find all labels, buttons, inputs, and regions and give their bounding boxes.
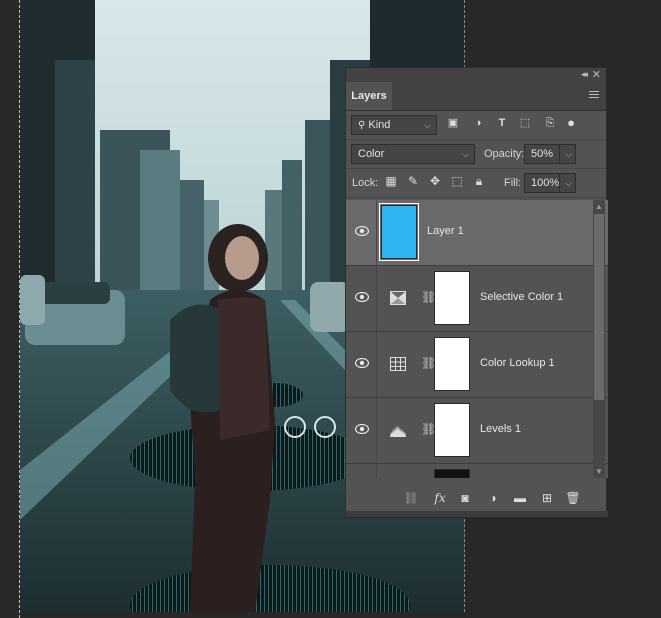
eye-column-divider: [376, 464, 377, 478]
layer-row[interactable]: [346, 464, 608, 478]
eye-column-divider: [376, 332, 377, 397]
link-layers-icon[interactable]: ⛓︎: [403, 490, 419, 506]
shape-layer-filter-icon[interactable]: ⬚: [519, 117, 531, 129]
chevron-down-icon: ⌵: [462, 149, 469, 159]
eye-icon[interactable]: [355, 424, 369, 434]
scroll-down-icon[interactable]: ▼: [595, 467, 603, 476]
layers-panel: ◂◂ ✕ Layers ⚲ Kind ⌵ ▣ ◑ T ⬚ ⎘ ● Color ⌵…: [345, 67, 608, 518]
lock-row: Lock: ▦ ✎ ✥ ⬚ 🔒︎ Fill: 100% ⌵: [346, 169, 606, 198]
eye-column-divider: [376, 398, 377, 463]
trash-icon[interactable]: 🗑︎: [565, 490, 581, 506]
opacity-label: Opacity:: [484, 148, 525, 160]
link-icon[interactable]: ⛓︎: [421, 290, 436, 304]
fx-icon[interactable]: fx: [432, 490, 448, 506]
eye-column-divider: [376, 266, 377, 331]
prevent-autonest-icon[interactable]: ⬚: [450, 174, 464, 188]
panel-top-bar: ◂◂ ✕: [346, 68, 606, 82]
layer-mask-thumbnail[interactable]: [434, 337, 470, 391]
layers-scrollbar[interactable]: ▲ ▼: [593, 200, 605, 478]
layer-mask-thumbnail[interactable]: [434, 469, 470, 478]
search-icon: ⚲: [358, 120, 366, 131]
lock-image-pixels-icon[interactable]: ✎: [406, 174, 420, 188]
selective-color-icon: [390, 291, 406, 305]
layer-name[interactable]: Color Lookup 1: [480, 357, 555, 369]
lock-position-icon[interactable]: ✥: [428, 174, 442, 188]
lock-label: Lock:: [352, 177, 379, 189]
layers-list: Layer 1 ⛓︎ Selective Color 1 ⛓︎ Color Lo…: [346, 200, 608, 478]
chevron-down-icon: ⌵: [424, 120, 431, 130]
filter-kind-value: Kind: [368, 119, 391, 131]
opacity-input[interactable]: 50%: [524, 144, 560, 164]
lock-transparent-pixels-icon[interactable]: ▦: [384, 174, 398, 188]
panel-tab-bar: Layers: [346, 82, 606, 111]
fill-input[interactable]: 100%: [524, 173, 560, 193]
add-mask-icon[interactable]: ◙: [457, 490, 473, 506]
eye-column-divider: [376, 200, 377, 265]
adjustment-layer-filter-icon[interactable]: ◑: [472, 117, 484, 129]
link-icon[interactable]: ⛓︎: [421, 356, 436, 370]
fill-dropdown-button[interactable]: ⌵: [559, 173, 576, 193]
filter-row: ⚲ Kind ⌵ ▣ ◑ T ⬚ ⎘ ●: [346, 111, 606, 140]
pixel-layer-filter-icon[interactable]: ▣: [447, 117, 459, 129]
new-adjustment-layer-icon[interactable]: ◑: [485, 490, 501, 506]
fill-label: Fill:: [504, 177, 522, 189]
blend-mode-dropdown[interactable]: Color ⌵: [351, 144, 475, 164]
panel-menu-icon[interactable]: [589, 91, 599, 99]
smart-object-filter-icon[interactable]: ⎘: [544, 117, 556, 129]
folder-icon[interactable]: ▬: [512, 490, 528, 506]
layer-thumbnail[interactable]: [379, 203, 419, 261]
layer-row[interactable]: ⛓︎ Color Lookup 1: [346, 332, 608, 398]
panel-bottom-toolbar: ⛓︎ fx ◙ ◑ ▬ ⊞ 🗑︎: [346, 486, 608, 510]
blend-row: Color ⌵ Opacity: 50% ⌵: [346, 140, 606, 169]
lock-all-icon[interactable]: 🔒︎: [472, 174, 486, 188]
layer-row[interactable]: ⛓︎ Levels 1: [346, 398, 608, 464]
blend-mode-value: Color: [358, 148, 385, 160]
type-layer-filter-icon[interactable]: T: [496, 117, 508, 129]
close-icon[interactable]: ✕: [592, 68, 601, 81]
layer-mask-thumbnail[interactable]: [434, 271, 470, 325]
layer-name[interactable]: Layer 1: [427, 225, 464, 237]
eye-icon[interactable]: [355, 226, 369, 236]
eye-icon[interactable]: [355, 358, 369, 368]
new-layer-icon[interactable]: ⊞: [539, 490, 555, 506]
panel-resize-handle[interactable]: [346, 511, 608, 517]
layer-row[interactable]: ⛓︎ Selective Color 1: [346, 266, 608, 332]
chevron-down-icon: ⌵: [565, 178, 572, 188]
layer-name[interactable]: Levels 1: [480, 423, 521, 435]
scroll-up-icon[interactable]: ▲: [595, 202, 603, 211]
chevron-down-icon: ⌵: [565, 149, 572, 159]
layer-row[interactable]: Layer 1: [346, 200, 608, 266]
link-icon[interactable]: ⛓︎: [421, 422, 436, 436]
levels-icon: [390, 425, 406, 437]
scrollbar-thumb[interactable]: [594, 214, 604, 400]
tab-layers[interactable]: Layers: [346, 82, 392, 110]
layer-mask-thumbnail[interactable]: [434, 403, 470, 457]
filter-toggle-icon[interactable]: ●: [565, 116, 577, 129]
layer-name[interactable]: Selective Color 1: [480, 291, 563, 303]
collapse-panel-icon[interactable]: ◂◂: [581, 69, 588, 80]
eye-icon[interactable]: [355, 292, 369, 302]
opacity-dropdown-button[interactable]: ⌵: [559, 144, 576, 164]
color-lookup-icon: [390, 357, 406, 371]
filter-kind-dropdown[interactable]: ⚲ Kind ⌵: [351, 115, 437, 135]
